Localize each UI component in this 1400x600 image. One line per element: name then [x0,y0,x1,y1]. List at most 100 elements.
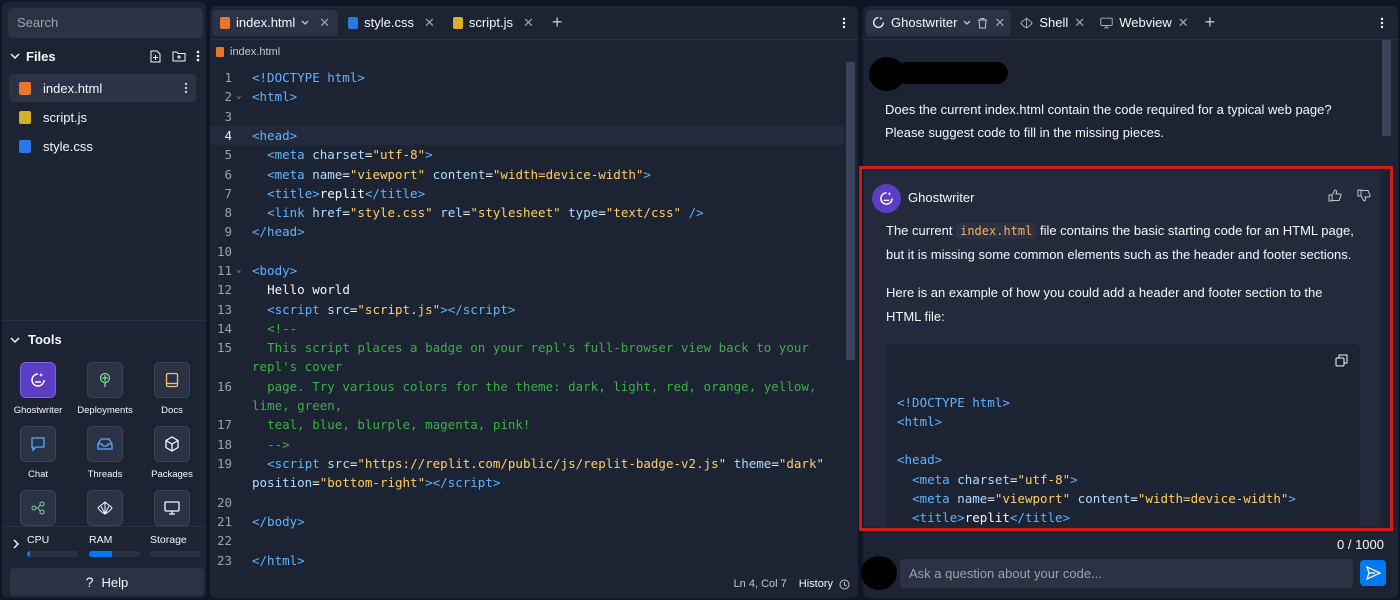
line-number: 21 [216,513,232,529]
editor-scrollbar[interactable] [846,62,855,360]
divider [2,526,206,527]
assistant-more-icon[interactable] [1380,17,1384,29]
js-file-icon [452,16,463,29]
html-file-icon [19,81,31,95]
search-input[interactable]: Search [8,8,203,38]
close-icon[interactable]: ✕ [994,15,1005,31]
code-line[interactable]: <meta charset="utf-8"> [252,145,842,164]
line-number: 12 [216,282,232,298]
monitor-icon [154,490,190,526]
history-icon [839,579,850,590]
tab-style-css[interactable]: style.css ✕ [340,10,443,36]
tool-chat[interactable]: Chat [5,426,71,480]
add-tab-icon[interactable]: + [552,12,563,33]
close-icon[interactable]: ✕ [1178,15,1189,31]
code-line[interactable]: </html> [252,551,842,570]
tab-script-js[interactable]: script.js ✕ [445,10,542,36]
send-button[interactable] [1360,560,1386,586]
thumbs-up-icon[interactable] [1328,189,1342,202]
tab-ghostwriter[interactable]: Ghostwriter ✕ [866,9,1012,36]
code-line[interactable]: This script places a badge on your repl'… [252,338,842,376]
divider[interactable] [2,320,206,321]
file-more-icon[interactable] [184,82,188,94]
chevron-down-icon[interactable] [963,20,971,26]
close-icon[interactable]: ✕ [1074,15,1085,31]
line-number: 15 [216,340,232,356]
tool-label: Threads [87,469,123,480]
new-folder-icon[interactable] [172,50,186,62]
ask-input[interactable]: Ask a question about your code... [900,559,1353,588]
shell-icon [87,490,123,526]
chevron-down-icon[interactable] [301,20,309,26]
close-icon[interactable]: ✕ [523,15,534,31]
tool-git[interactable] [5,490,71,526]
tool-packages[interactable]: Packages [139,426,205,480]
thumbs-down-icon[interactable] [1357,189,1371,202]
tool-deployments[interactable]: Deployments [72,362,138,416]
chevron-down-icon[interactable] [10,51,20,61]
add-tab-icon[interactable]: + [1205,12,1216,33]
chevron-down-icon [10,335,20,345]
tab-shell[interactable]: Shell ✕ [1014,10,1091,36]
code-line[interactable]: <meta name="viewport" content="width=dev… [252,165,842,184]
code-line[interactable]: </head> [252,222,842,241]
code-line[interactable]: <!DOCTYPE html> [252,68,842,87]
tab-webview[interactable]: Webview ✕ [1094,10,1194,36]
assistant-scrollbar[interactable] [1382,40,1391,136]
files-more-icon[interactable] [196,50,200,62]
line-number: 9 [224,224,232,240]
code-line[interactable]: <script src="script.js"></script> [252,300,842,319]
tab-label: style.css [364,15,414,30]
html-file-icon [216,47,224,57]
trash-icon[interactable] [977,17,988,29]
tool-label: Packages [151,469,193,480]
code-line[interactable]: <head> [252,126,842,145]
code-line[interactable]: <link href="style.css" rel="stylesheet" … [252,203,842,222]
breadcrumb-item[interactable]: index.html [230,46,280,58]
files-title: Files [26,48,56,64]
history-button[interactable]: History [799,578,850,590]
code-line[interactable]: --> [252,435,842,454]
tool-threads[interactable]: Threads [72,426,138,480]
tools-header[interactable]: Tools [10,332,62,347]
files-header[interactable]: Files [10,46,200,66]
reply-text: The current [886,223,957,238]
packages-icon [154,426,190,462]
file-item-style-css[interactable]: style.css [9,132,196,160]
cursor-position[interactable]: Ln 4, Col 7 [734,578,787,590]
tab-label: index.html [236,15,296,30]
tab-index-html[interactable]: index.html ✕ [212,9,339,36]
tool-label: Deployments [77,405,133,416]
code-line[interactable]: <script src="https://replit.com/public/j… [252,454,842,492]
code-line[interactable]: teal, blue, blurple, magenta, pink! [252,415,842,434]
editor-more-icon[interactable] [842,17,846,29]
tool-webview[interactable] [139,490,205,526]
code-line[interactable]: page. Try various colors for the theme: … [252,377,842,415]
code-line[interactable]: <body> [252,261,842,280]
tool-ai-shell[interactable] [72,490,138,526]
code-line[interactable]: <title>replit</title> [252,184,842,203]
help-button[interactable]: ? Help [10,568,204,596]
code-line[interactable]: </body> [252,512,842,531]
assistant-tabs: Ghostwriter ✕ Shell ✕ Webview ✕ + [863,6,1398,40]
tool-ghostwriter[interactable]: Ghostwriter [5,362,71,416]
file-item-index-html[interactable]: index.html [9,74,196,102]
code-line[interactable]: <html> [252,87,842,106]
help-label: Help [101,574,129,590]
git-icon [20,490,56,526]
code-line[interactable]: Hello world [252,280,842,299]
code-line[interactable]: <!-- [252,319,842,338]
char-count: 0 / 1000 [1337,537,1384,552]
fold-chevron-icon[interactable]: ⌄ [236,87,241,106]
close-icon[interactable]: ✕ [319,15,330,31]
help-icon: ? [85,574,94,590]
close-icon[interactable]: ✕ [424,15,435,31]
tools-title: Tools [28,332,62,347]
chevron-right-icon[interactable] [12,539,20,549]
new-file-icon[interactable] [149,50,162,63]
file-item-script-js[interactable]: script.js [9,103,196,131]
tool-docs[interactable]: Docs [139,362,205,416]
copy-icon[interactable] [1335,354,1348,367]
line-number: 11 [216,263,232,278]
fold-chevron-icon[interactable]: ⌄ [236,261,241,280]
